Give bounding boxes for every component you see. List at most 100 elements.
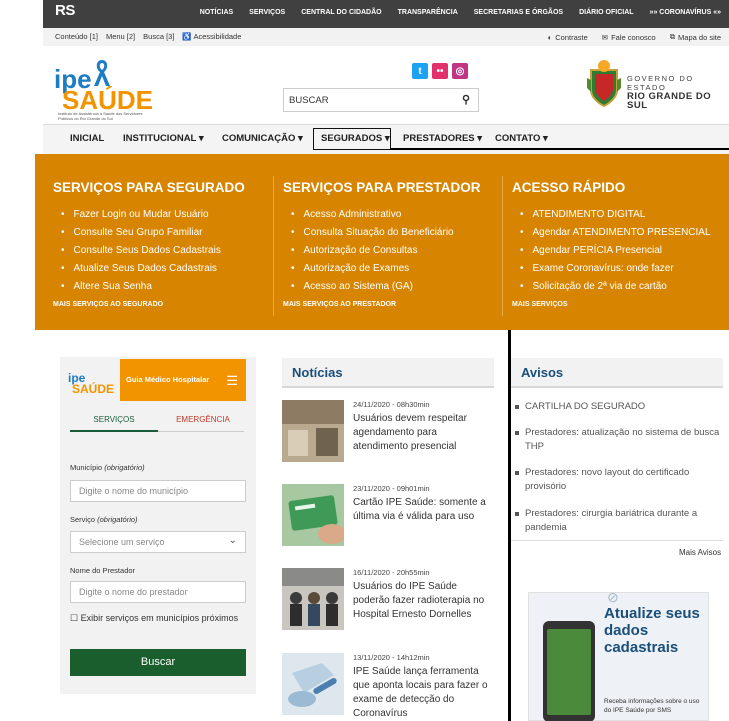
- link-atendimento-presencial[interactable]: Agendar ATENDIMENTO PRESENCIAL: [520, 224, 711, 242]
- proximos-checkbox[interactable]: ☐ Exibir serviços em municípios próximos: [70, 612, 240, 625]
- update-data-banner[interactable]: ⊘ Atualize seus dados cadastrais Receba …: [528, 589, 709, 721]
- utility-links: ◐ Contraste ✉ Fale conosco ⧉ Mapa do site: [548, 32, 721, 42]
- link-autorizacao-exames[interactable]: Autorização de Exames: [291, 260, 454, 278]
- skip-search-link[interactable]: Busca [3]: [143, 32, 174, 41]
- state-coat-of-arms-icon: [587, 60, 621, 108]
- link-situacao-beneficiario[interactable]: Consulta Situação do Beneficiário: [291, 224, 454, 242]
- nav-contato[interactable]: CONTATO ▾: [495, 133, 548, 144]
- link-grupo-familiar[interactable]: Consulte Seu Grupo Familiar: [61, 224, 221, 242]
- col-prestador-title: SERVIÇOS PARA PRESTADOR: [283, 180, 481, 195]
- link-consulte-dados[interactable]: Consulte Seus Dados Cadastrais: [61, 242, 221, 260]
- checkbox-icon[interactable]: ☐: [70, 613, 78, 623]
- rs-logo[interactable]: RS: [55, 2, 75, 19]
- skip-menu-link[interactable]: Menu [2]: [106, 32, 135, 41]
- news-item[interactable]: 16/11/2020 - 20h55min Usuários do IPE Sa…: [282, 568, 494, 630]
- nav-segurados[interactable]: SEGURADOS ▾: [321, 133, 390, 144]
- link-mais-segurado[interactable]: MAIS SERVIÇOS AO SEGURADO: [53, 301, 163, 308]
- contact-label: Fale conosco: [611, 32, 656, 42]
- search-input[interactable]: BUSCAR: [289, 95, 329, 106]
- topnav-coronavirus[interactable]: »» CORONAVÍRUS «»: [650, 9, 721, 16]
- aviso-text[interactable]: Prestadores: novo layout do certificado …: [515, 466, 720, 494]
- aviso-text[interactable]: CARTILHA DO SEGURADO: [515, 400, 720, 414]
- link-autorizacao-consultas[interactable]: Autorização de Consultas: [291, 242, 454, 260]
- news-item[interactable]: 23/11/2020 - 09h01min Cartão IPE Saúde: …: [282, 484, 494, 546]
- aviso-item[interactable]: Prestadores: cirurgia bariátrica durante…: [515, 507, 720, 535]
- hamburger-menu-icon[interactable]: ☰: [226, 373, 238, 389]
- instagram-icon[interactable]: ◎: [452, 63, 468, 79]
- link-mais-prestador[interactable]: MAIS SERVIÇOS AO PRESTADOR: [283, 301, 396, 308]
- mail-icon: ✉: [601, 32, 609, 42]
- nav-institucional[interactable]: INSTITUCIONAL ▾: [123, 133, 204, 144]
- column-divider: [502, 176, 503, 316]
- news-date: 16/11/2020 - 20h55min: [353, 568, 430, 577]
- topnav-diario[interactable]: DIÁRIO OFICIAL: [579, 9, 633, 16]
- topnav-transparencia[interactable]: TRANSPARÊNCIA: [398, 9, 458, 16]
- link-login[interactable]: Fazer Login ou Mudar Usuário: [61, 206, 221, 224]
- news-thumbnail[interactable]: [282, 653, 344, 715]
- link-mais-servicos[interactable]: MAIS SERVIÇOS: [512, 301, 568, 308]
- news-headline[interactable]: Usuários devem respeitar agendamento par…: [353, 412, 494, 454]
- contrast-link[interactable]: ◐ Contraste: [548, 32, 588, 42]
- link-acesso-admin[interactable]: Acesso Administrativo: [291, 206, 454, 224]
- aviso-text[interactable]: Prestadores: cirurgia bariátrica durante…: [515, 507, 720, 535]
- news-headline[interactable]: IPE Saúde lança ferramenta que aponta lo…: [353, 665, 494, 721]
- topnav-servicos[interactable]: SERVIÇOS: [249, 9, 285, 16]
- link-atendimento-digital[interactable]: ATENDIMENTO DIGITAL: [520, 206, 711, 224]
- aviso-item[interactable]: Prestadores: atualização no sistema de b…: [515, 426, 720, 454]
- col-acesso-title: ACESSO RÁPIDO: [512, 180, 626, 195]
- sitemap-link[interactable]: ⧉ Mapa do site: [670, 32, 721, 42]
- topnav-central[interactable]: CENTRAL DO CIDADÃO: [301, 9, 381, 16]
- news-thumbnail[interactable]: [282, 400, 344, 462]
- servico-select[interactable]: Selecione um serviço ⌄: [70, 531, 246, 553]
- aviso-item[interactable]: CARTILHA DO SEGURADO: [515, 400, 720, 414]
- buscar-button[interactable]: Buscar: [70, 649, 246, 676]
- search-icon[interactable]: ⚲: [462, 93, 470, 106]
- twitter-icon[interactable]: t: [412, 63, 428, 79]
- phone-illustration: [543, 621, 595, 721]
- link-altere-senha[interactable]: Altere Sua Senha: [61, 278, 221, 296]
- news-headline[interactable]: Cartão IPE Saúde: somente a última via é…: [353, 496, 494, 524]
- aviso-item[interactable]: Prestadores: novo layout do certificado …: [515, 466, 720, 494]
- topnav-secretarias[interactable]: SECRETARIAS E ÓRGÃOS: [474, 9, 563, 16]
- nav-inicial[interactable]: INICIAL: [70, 133, 104, 144]
- ribbon-icon: [94, 60, 110, 86]
- news-date: 23/11/2020 - 09h01min: [353, 484, 430, 493]
- contact-link[interactable]: ✉ Fale conosco: [602, 32, 656, 42]
- search-box[interactable]: BUSCAR ⚲: [283, 88, 479, 112]
- ipe-saude-logo[interactable]: ipe SAÚDE Instituto de Assistência à Saú…: [54, 58, 154, 120]
- flickr-icon[interactable]: ••: [432, 63, 448, 79]
- link-pericia[interactable]: Agendar PERÍCIA Presencial: [520, 242, 711, 260]
- col-segurado-title: SERVIÇOS PARA SEGURADO: [53, 180, 245, 195]
- tab-emergencia[interactable]: EMERGÊNCIA: [164, 415, 242, 424]
- phone-screen: [547, 629, 591, 715]
- news-item[interactable]: 24/11/2020 - 08h30min Usuários devem res…: [282, 400, 494, 462]
- tab-servicos[interactable]: SERVIÇOS: [70, 415, 158, 424]
- servico-label: Serviço (obrigatório): [70, 515, 138, 524]
- news-title: Notícias: [292, 365, 343, 380]
- prestador-label: Nome do Prestador: [70, 566, 136, 575]
- accessibility-link[interactable]: ♿ Acessibilidade: [182, 32, 241, 41]
- link-segunda-via[interactable]: Solicitação de 2ª via de cartão: [520, 278, 711, 296]
- gov-line1: GOVERNO DO ESTADO: [627, 74, 694, 92]
- news-headline[interactable]: Usuários do IPE Saúde poderão fazer radi…: [353, 580, 494, 622]
- topnav-noticias[interactable]: NOTÍCIAS: [200, 9, 233, 16]
- nav-prestadores[interactable]: PRESTADORES ▾: [403, 133, 482, 144]
- mais-avisos-link[interactable]: Mais Avisos: [679, 548, 721, 557]
- news-thumbnail[interactable]: [282, 568, 344, 630]
- link-exame-coronavirus[interactable]: Exame Coronavírus: onde fazer: [520, 260, 711, 278]
- municipio-input[interactable]: Digite o nome do município: [70, 480, 246, 502]
- link-atualize-dados[interactable]: Atualize Seus Dados Cadastrais: [61, 260, 221, 278]
- page: RS NOTÍCIAS SERVIÇOS CENTRAL DO CIDADÃO …: [0, 0, 729, 721]
- nav-comunicacao[interactable]: COMUNICAÇÃO ▾: [222, 133, 303, 144]
- link-acesso-ga[interactable]: Acesso ao Sistema (GA): [291, 278, 454, 296]
- municipio-label-text: Município: [70, 463, 103, 472]
- nav-dropdown-indicator: [391, 148, 729, 150]
- news-item[interactable]: 13/11/2020 - 14h12min IPE Saúde lança fe…: [282, 653, 494, 719]
- aviso-text[interactable]: Prestadores: atualização no sistema de b…: [515, 426, 720, 454]
- guia-medico-widget: ipe SAÚDE Guia Médico Hospitalar ☰ SERVI…: [60, 357, 256, 694]
- skip-content-link[interactable]: Conteúdo [1]: [55, 32, 98, 41]
- prestador-input[interactable]: Digite o nome do prestador: [70, 581, 246, 603]
- accessibility-label: Acessibilidade: [193, 32, 242, 41]
- news-header: Notícias: [282, 358, 494, 388]
- news-thumbnail[interactable]: [282, 484, 344, 546]
